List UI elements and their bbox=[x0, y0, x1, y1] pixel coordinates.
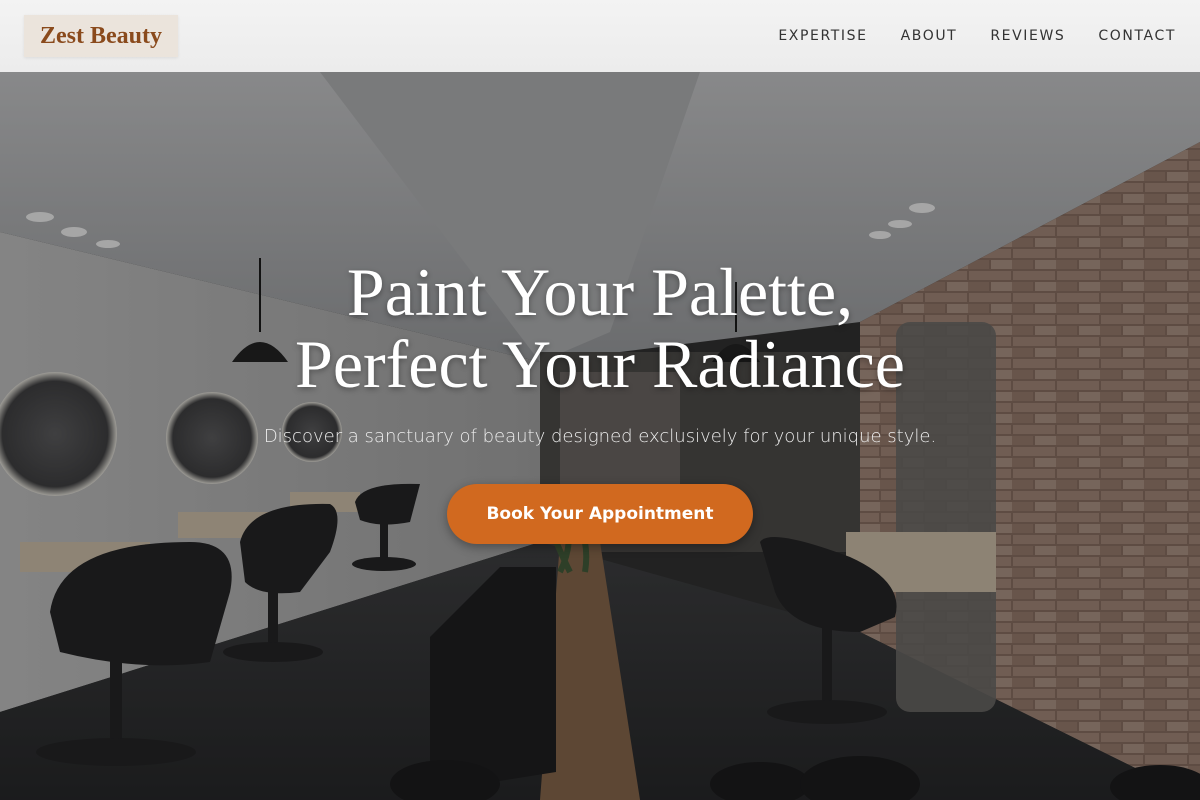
nav-expertise[interactable]: EXPERTISE bbox=[778, 28, 867, 44]
hero-headline: Paint Your Palette, Perfect Your Radianc… bbox=[0, 256, 1200, 400]
book-appointment-button[interactable]: Book Your Appointment bbox=[447, 484, 753, 544]
nav-about[interactable]: ABOUT bbox=[901, 28, 958, 44]
nav-reviews[interactable]: REVIEWS bbox=[990, 28, 1065, 44]
logo[interactable]: Zest Beauty bbox=[24, 15, 178, 57]
site-header: Zest Beauty EXPERTISE ABOUT REVIEWS CONT… bbox=[0, 0, 1200, 72]
hero-content: Paint Your Palette, Perfect Your Radianc… bbox=[0, 72, 1200, 800]
hero-section: Paint Your Palette, Perfect Your Radianc… bbox=[0, 72, 1200, 800]
headline-line-1: Paint Your Palette, bbox=[346, 254, 854, 330]
main-nav: EXPERTISE ABOUT REVIEWS CONTACT bbox=[778, 28, 1176, 44]
hero-subtitle: Discover a sanctuary of beauty designed … bbox=[263, 426, 937, 447]
headline-line-2: Perfect Your Radiance bbox=[295, 326, 905, 402]
nav-contact[interactable]: CONTACT bbox=[1098, 28, 1176, 44]
logo-text: Zest Beauty bbox=[40, 22, 162, 49]
